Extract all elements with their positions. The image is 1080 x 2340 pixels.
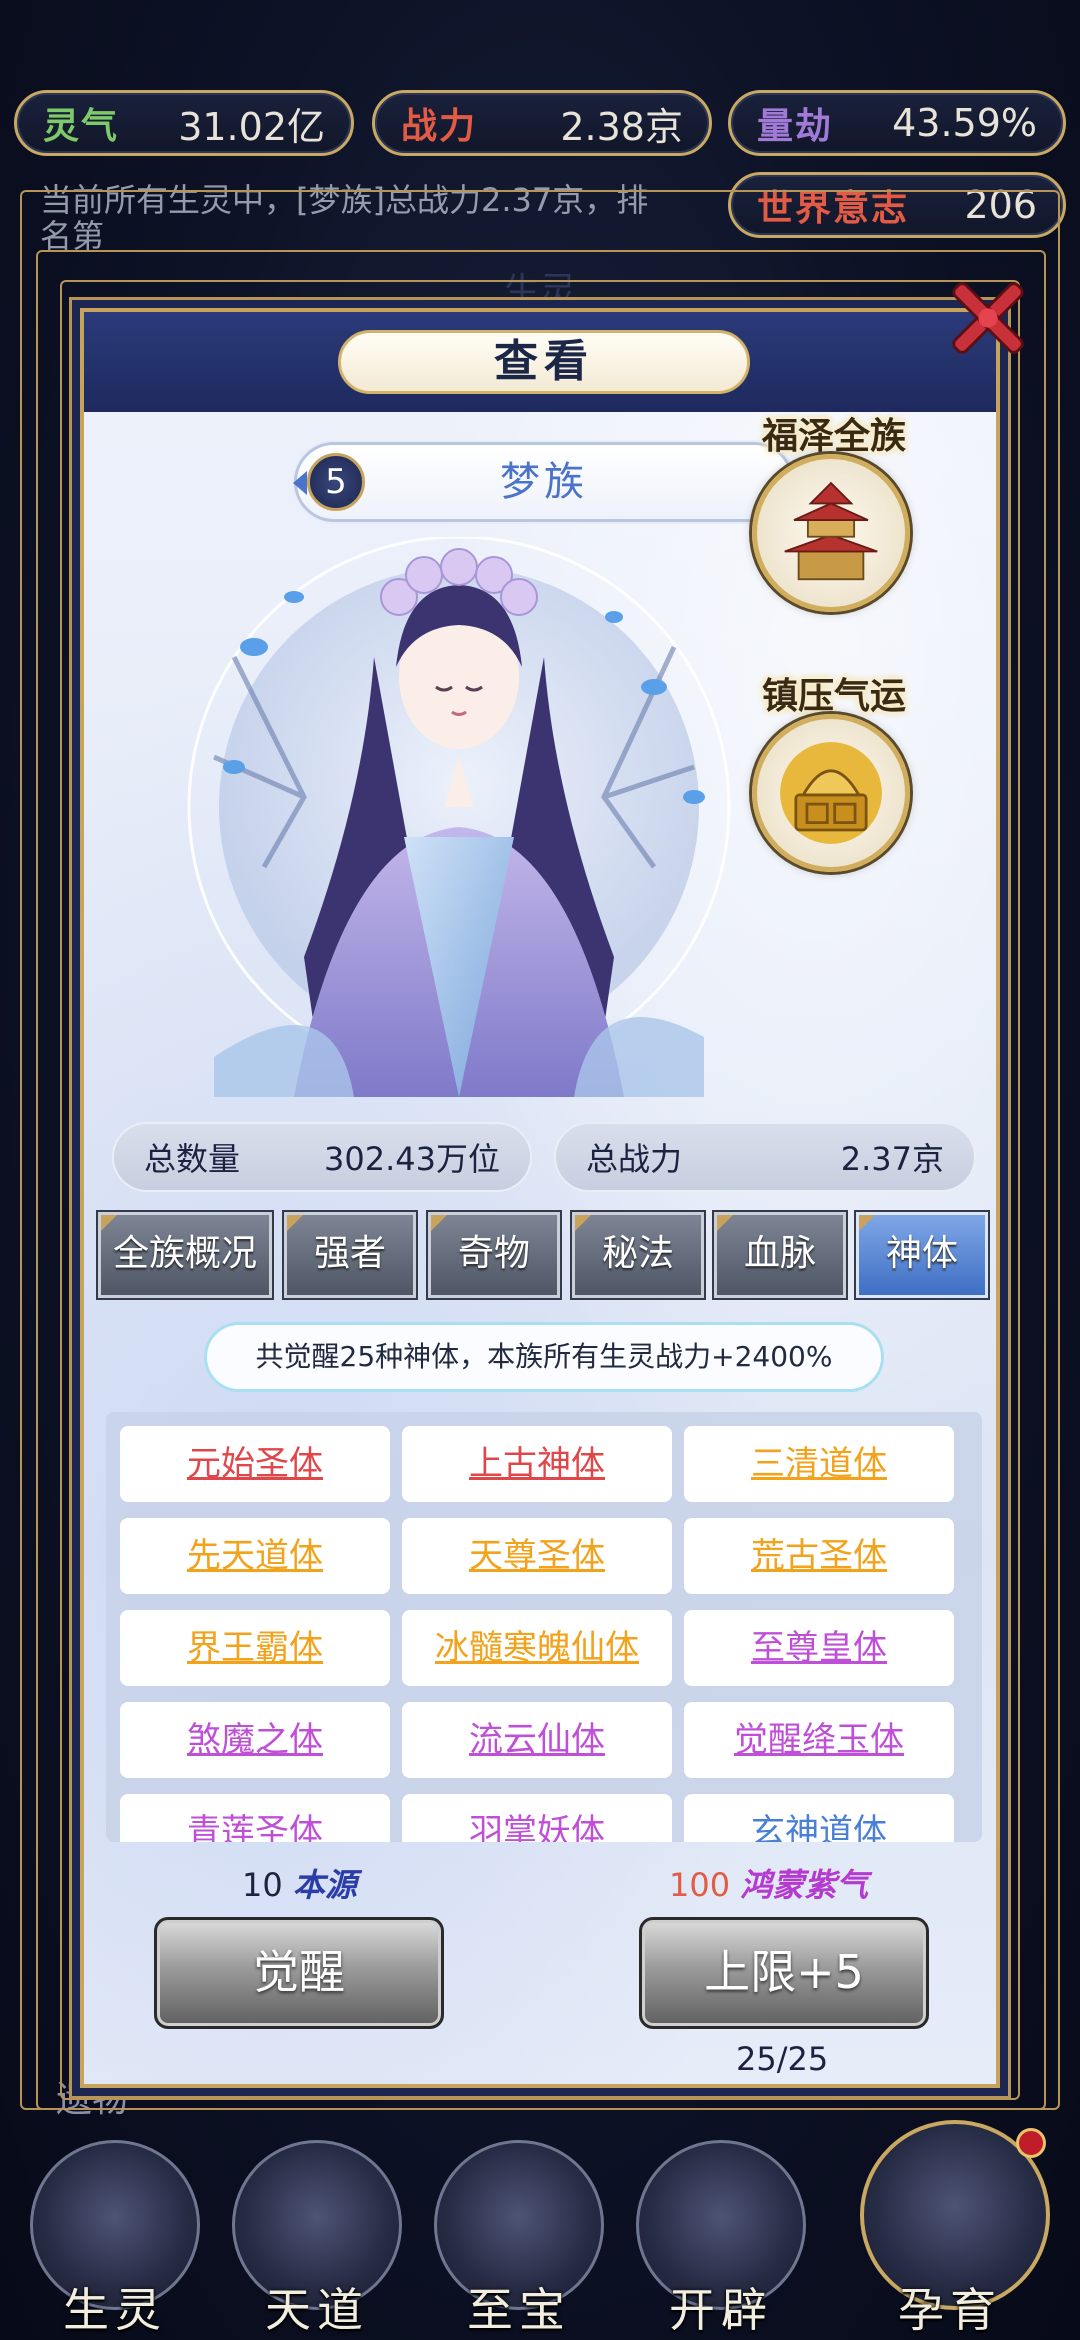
list-item[interactable]: 三清道体 — [684, 1426, 954, 1502]
prev-race-arrow-icon[interactable] — [293, 471, 307, 495]
close-icon[interactable] — [940, 270, 1036, 366]
nav-heaven[interactable]: 天道 — [222, 2140, 412, 2340]
limit-count: 25/25 — [736, 2040, 829, 2078]
nav-label: 孕育 — [898, 2283, 1002, 2337]
list-item[interactable]: 羽掌妖体 — [402, 1794, 672, 1842]
pavilion-icon[interactable] — [752, 454, 910, 612]
notification-dot — [1016, 2128, 1046, 2158]
race-selector[interactable]: 5 梦族 — [293, 442, 795, 522]
race-portrait — [187, 537, 731, 1097]
resource-label: 灵气 — [43, 106, 120, 147]
limit-cost-amount: 100 — [669, 1866, 731, 1904]
list-item[interactable]: 流云仙体 — [402, 1702, 672, 1778]
list-item[interactable]: 天尊圣体 — [402, 1518, 672, 1594]
resource-label: 量劫 — [757, 106, 834, 147]
nav-label: 天道 — [265, 2283, 369, 2337]
tab-secret-arts[interactable]: 秘法 — [572, 1212, 704, 1298]
race-detail-modal: 查看 5 梦族 福泽全族 镇压气运 总数量 302.43万位 总战力 2.37京… — [80, 308, 1000, 2088]
stat-label: 总战力 — [586, 1140, 683, 1178]
golden-seal-icon[interactable] — [752, 714, 910, 872]
resource-value: 31.02亿 — [178, 104, 325, 149]
limit-cost: 100 鸿蒙紫气 — [669, 1860, 868, 1906]
modal-title: 查看 — [338, 330, 750, 394]
nav-create[interactable]: 开辟 — [626, 2140, 816, 2340]
tab-bloodline[interactable]: 血脉 — [714, 1212, 846, 1298]
resource-label: 战力 — [401, 106, 478, 147]
resource-power: 战力 2.38京 — [372, 90, 712, 156]
stat-label: 总数量 — [144, 1140, 241, 1178]
list-item[interactable]: 先天道体 — [120, 1518, 390, 1594]
stat-value: 2.37京 — [840, 1140, 944, 1178]
nav-label: 开辟 — [669, 2283, 773, 2337]
buff-label-fortune: 福泽全族 — [761, 416, 906, 457]
race-name: 梦族 — [500, 459, 588, 505]
list-item[interactable]: 至尊皇体 — [684, 1610, 954, 1686]
list-item[interactable]: 觉醒绛玉体 — [684, 1702, 954, 1778]
awaken-cost-name: 本源 — [292, 1866, 357, 1904]
list-item[interactable]: 青莲圣体 — [120, 1794, 390, 1842]
list-item[interactable]: 玄神道体 — [684, 1794, 954, 1842]
nav-treasure[interactable]: 至宝 — [424, 2140, 614, 2340]
nav-label: 至宝 — [467, 2283, 571, 2337]
stat-value: 302.43万位 — [324, 1140, 500, 1178]
tab-divine-body[interactable]: 神体 — [856, 1212, 988, 1298]
nav-creatures[interactable]: 生灵 — [20, 2140, 210, 2340]
list-item[interactable]: 界王霸体 — [120, 1610, 390, 1686]
limit-cost-name: 鸿蒙紫气 — [740, 1866, 869, 1904]
tab-strongest[interactable]: 强者 — [284, 1212, 416, 1298]
list-item[interactable]: 煞魔之体 — [120, 1702, 390, 1778]
tab-treasures[interactable]: 奇物 — [428, 1212, 560, 1298]
awaken-cost: 10 本源 — [242, 1860, 357, 1906]
list-item[interactable]: 上古神体 — [402, 1426, 672, 1502]
limit-increase-button[interactable]: 上限+5 — [639, 1917, 929, 2029]
tab-overview[interactable]: 全族概况 — [98, 1212, 272, 1298]
stat-total-power: 总战力 2.37京 — [554, 1122, 976, 1192]
stat-total-count: 总数量 302.43万位 — [112, 1122, 532, 1192]
awaken-summary: 共觉醒25种神体，本族所有生灵战力+2400% — [204, 1322, 884, 1392]
resource-value: 2.38京 — [560, 104, 683, 149]
list-item[interactable]: 荒古圣体 — [684, 1518, 954, 1594]
awaken-button[interactable]: 觉醒 — [154, 1917, 444, 2029]
list-item[interactable]: 元始圣体 — [120, 1426, 390, 1502]
divine-body-list[interactable]: 元始圣体 上古神体 三清道体 先天道体 天尊圣体 荒古圣体 界王霸体 冰髓寒魄仙… — [106, 1412, 982, 1842]
buff-label-suppress: 镇压气运 — [761, 676, 906, 717]
nav-nurture[interactable]: 孕育 — [840, 2120, 1060, 2340]
resource-lingqi: 灵气 31.02亿 — [14, 90, 354, 156]
resource-calamity: 量劫 43.59% — [728, 90, 1066, 156]
awaken-cost-amount: 10 — [242, 1866, 283, 1904]
nav-label: 生灵 — [63, 2283, 167, 2337]
list-item[interactable]: 冰髓寒魄仙体 — [402, 1610, 672, 1686]
resource-value: 43.59% — [892, 101, 1037, 145]
